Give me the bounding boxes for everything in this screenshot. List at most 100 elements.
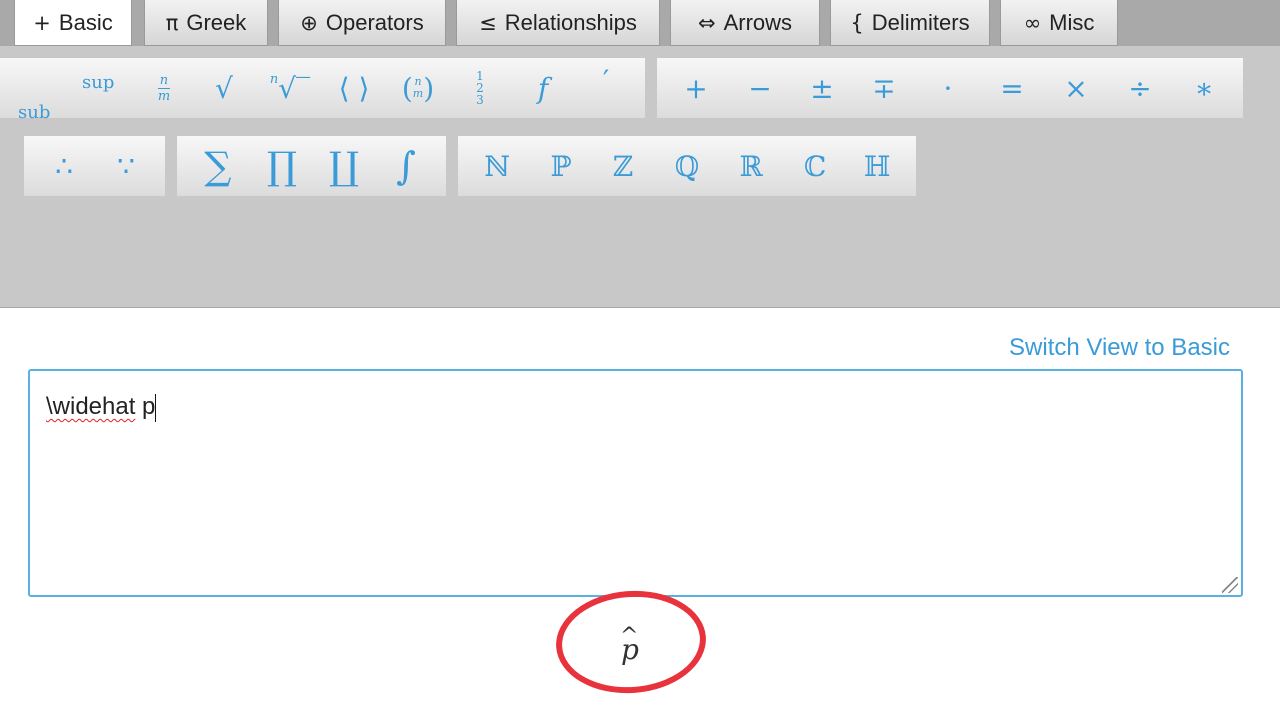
primes-icon: ℙ xyxy=(550,149,572,183)
times-icon: × xyxy=(1064,71,1088,105)
tab-relationships[interactable]: ≤ Relationships xyxy=(456,0,660,46)
plus-icon: + xyxy=(684,71,708,105)
minus-plus-button[interactable]: ∓ xyxy=(853,58,915,118)
plus-minus-icon: ± xyxy=(810,71,834,105)
integers-icon: ℤ xyxy=(612,149,634,183)
fraction-denominator: m xyxy=(157,88,171,104)
minus-icon: − xyxy=(748,71,772,105)
binomial-close: ) xyxy=(423,71,435,105)
tab-basic[interactable]: + Basic xyxy=(14,0,132,46)
function-button[interactable]: f xyxy=(515,58,571,118)
prime-button[interactable]: ′ xyxy=(578,58,634,118)
asterisk-icon: ∗ xyxy=(1194,71,1214,105)
minus-button[interactable]: − xyxy=(729,58,791,118)
double-arrow-icon: ⇔ xyxy=(697,10,716,35)
sub-label: sub xyxy=(18,102,51,123)
sqrt-button[interactable]: √ xyxy=(198,58,250,118)
frac-digit-3: 3 xyxy=(476,93,484,107)
tab-label: Basic xyxy=(58,9,113,35)
quaternions-button[interactable]: ℍ xyxy=(846,136,908,196)
coproduct-button[interactable]: ∐ xyxy=(313,136,375,196)
operator-symbol-group: + − ± ∓ · = × ÷ ∗ xyxy=(657,58,1243,118)
tab-label: Delimiters xyxy=(871,9,970,35)
naturals-icon: ℕ xyxy=(484,149,510,183)
sum-icon: ∑ xyxy=(204,144,232,188)
rationals-icon: ℚ xyxy=(674,149,700,183)
infinity-icon: ∞ xyxy=(1023,10,1042,35)
reals-icon: ℝ xyxy=(739,149,763,183)
tab-label: Relationships xyxy=(504,9,637,35)
binomial-bottom: m xyxy=(412,87,424,100)
annotation-circle xyxy=(552,585,710,699)
dot-icon: · xyxy=(943,71,953,105)
pi-icon: π xyxy=(165,10,179,35)
sqrt-icon: √ xyxy=(215,71,233,105)
rationals-button[interactable]: ℚ xyxy=(656,136,718,196)
circled-plus-icon: ⊕ xyxy=(300,10,318,35)
because-button[interactable]: ∵ xyxy=(96,136,156,196)
complex-button[interactable]: ℂ xyxy=(784,136,846,196)
integers-button[interactable]: ℤ xyxy=(592,136,654,196)
prime-icon: ′ xyxy=(602,63,610,97)
continued-fraction-button[interactable]: 1 2 3 xyxy=(458,58,502,118)
quaternions-icon: ℍ xyxy=(863,149,891,183)
resize-handle[interactable] xyxy=(1222,577,1238,593)
plus-button[interactable]: + xyxy=(665,58,727,118)
tab-label: Operators xyxy=(325,9,424,35)
product-icon: ∏ xyxy=(266,144,298,188)
product-button[interactable]: ∏ xyxy=(251,136,313,196)
function-icon: f xyxy=(537,71,549,105)
divide-icon: ÷ xyxy=(1128,71,1152,105)
superscript-subscript-button[interactable]: sup sub xyxy=(0,58,135,123)
binomial-open: ( xyxy=(401,71,413,105)
integral-button[interactable]: ∫ xyxy=(375,136,437,196)
angle-brackets-button[interactable]: ⟨ ⟩ xyxy=(326,58,382,118)
tab-arrows[interactable]: ⇔ Arrows xyxy=(670,0,820,46)
divide-button[interactable]: ÷ xyxy=(1109,58,1171,118)
big-operator-group: ∑ ∏ ∐ ∫ xyxy=(177,136,446,196)
nth-root-index: n xyxy=(269,72,279,87)
asterisk-button[interactable]: ∗ xyxy=(1173,58,1235,118)
because-icon: ∵ xyxy=(117,149,135,183)
angle-brackets-icon: ⟨ ⟩ xyxy=(338,71,370,105)
latex-command: \widehat xyxy=(46,393,136,420)
nth-root-icon: √‾ xyxy=(278,71,311,105)
therefore-button[interactable]: ∴ xyxy=(34,136,94,196)
nth-root-button[interactable]: n √‾ xyxy=(260,58,320,118)
plus-icon: + xyxy=(33,10,51,35)
sup-label: sup xyxy=(82,72,115,93)
logic-symbol-group: ∴ ∵ xyxy=(24,136,165,196)
less-equal-icon: ≤ xyxy=(479,10,497,35)
brace-icon: { xyxy=(850,10,864,35)
tab-greek[interactable]: π Greek xyxy=(144,0,268,46)
binomial-button[interactable]: ( n m ) xyxy=(388,58,448,118)
latex-rest: p xyxy=(135,393,156,420)
symbol-toolbar: sup sub n m √ n √‾ ⟨ ⟩ ( n m ) 1 2 3 f ′… xyxy=(0,46,1280,308)
number-set-group: ℕ ℙ ℤ ℚ ℝ ℂ ℍ xyxy=(458,136,916,196)
latex-input[interactable]: \widehat p xyxy=(28,369,1243,597)
primes-button[interactable]: ℙ xyxy=(530,136,592,196)
symbol-tab-bar: + Basic π Greek ⊕ Operators ≤ Relationsh… xyxy=(0,0,1280,46)
tab-label: Misc xyxy=(1049,9,1095,35)
fraction-numerator: n xyxy=(159,72,169,88)
plus-minus-button[interactable]: ± xyxy=(791,58,853,118)
dot-button[interactable]: · xyxy=(917,58,979,118)
tab-label: Arrows xyxy=(723,9,793,35)
fraction-button[interactable]: n m xyxy=(140,58,188,118)
integral-icon: ∫ xyxy=(396,144,416,188)
tab-misc[interactable]: ∞ Misc xyxy=(1000,0,1118,46)
text-cursor xyxy=(155,393,157,422)
switch-view-link[interactable]: Switch View to Basic xyxy=(1009,334,1230,362)
tab-label: Greek xyxy=(186,9,247,35)
naturals-button[interactable]: ℕ xyxy=(466,136,528,196)
therefore-icon: ∴ xyxy=(55,149,73,183)
sum-button[interactable]: ∑ xyxy=(187,136,249,196)
complex-icon: ℂ xyxy=(803,149,827,183)
coproduct-icon: ∐ xyxy=(328,144,360,188)
times-button[interactable]: × xyxy=(1045,58,1107,118)
minus-plus-icon: ∓ xyxy=(872,71,896,105)
tab-delimiters[interactable]: { Delimiters xyxy=(830,0,990,46)
tab-operators[interactable]: ⊕ Operators xyxy=(278,0,446,46)
reals-button[interactable]: ℝ xyxy=(720,136,782,196)
equals-button[interactable]: = xyxy=(981,58,1043,118)
